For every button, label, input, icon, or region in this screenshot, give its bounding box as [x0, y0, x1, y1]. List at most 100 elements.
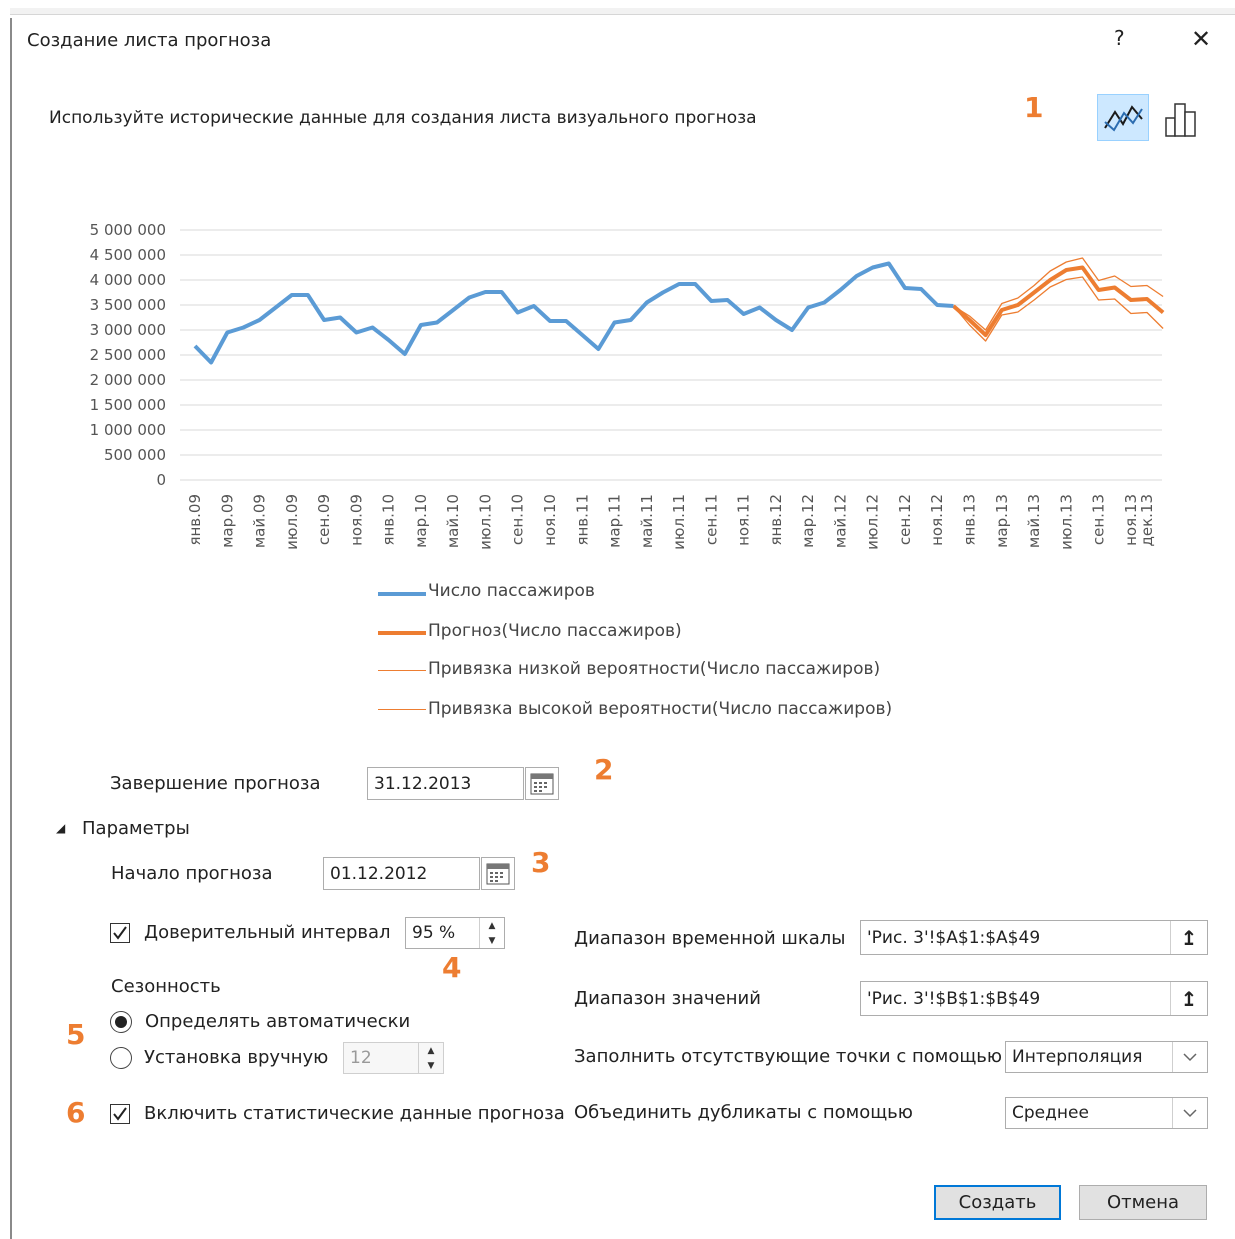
window-top-border — [10, 8, 1235, 15]
x-tick-label: ноя.12 — [928, 494, 946, 546]
checkmark-icon — [113, 926, 127, 940]
y-tick-label: 5 000 000 — [90, 221, 166, 239]
legend-swatch-history — [378, 592, 426, 596]
y-tick-label: 3 500 000 — [90, 296, 166, 314]
x-tick-label: мар.12 — [799, 494, 817, 548]
spin-down-icon[interactable]: ▼ — [419, 1058, 443, 1073]
y-tick-label: 2 000 000 — [90, 371, 166, 389]
x-tick-label: сен.10 — [509, 494, 527, 545]
y-tick-label: 4 500 000 — [90, 246, 166, 264]
series-line-forecast — [952, 265, 1165, 337]
y-tick-label: 3 000 000 — [90, 321, 166, 339]
aggregate-duplicates-select[interactable]: Среднее — [1005, 1097, 1208, 1129]
x-tick-label: сен.12 — [896, 494, 914, 545]
help-button[interactable]: ? — [1114, 26, 1125, 50]
badge-6: 6 — [66, 1096, 86, 1129]
x-tick-label: мар.10 — [412, 494, 430, 548]
y-tick-label: 2 500 000 — [90, 346, 166, 364]
dialog-title: Создание листа прогноза — [27, 30, 272, 51]
x-tick-label: мар.11 — [606, 494, 624, 548]
y-tick-label: 1 500 000 — [90, 396, 166, 414]
x-tick-label: ноя.11 — [735, 494, 753, 546]
x-tick-label: май.11 — [638, 494, 656, 548]
column-chart-type-button[interactable] — [1160, 96, 1204, 140]
calendar-icon — [486, 863, 510, 884]
x-tick-label: май.12 — [831, 494, 849, 548]
badge-1: 1 — [1024, 91, 1044, 124]
x-tick-label: май.13 — [1025, 494, 1043, 548]
x-tick-label: июл.09 — [283, 494, 301, 550]
confidence-spinner[interactable]: 95 % ▲ ▼ — [405, 917, 505, 949]
legend-label: Привязка высокой вероятности(Число пасса… — [428, 699, 893, 719]
x-tick-label: июл.10 — [476, 494, 494, 550]
manual-seasonality-spinner[interactable]: 12 ▲ ▼ — [343, 1042, 444, 1074]
y-tick-label: 0 — [156, 471, 166, 489]
y-tick-label: 500 000 — [104, 446, 166, 464]
badge-4: 4 — [442, 951, 462, 984]
legend-swatch-upper — [378, 709, 426, 710]
spin-up-icon[interactable]: ▲ — [480, 918, 504, 933]
x-tick-label: дек.13 — [1138, 494, 1156, 547]
column-chart-icon — [1165, 103, 1196, 137]
x-tick-label: сен.09 — [315, 494, 333, 545]
spin-up-icon[interactable]: ▲ — [419, 1043, 443, 1058]
create-button[interactable]: Создать — [934, 1185, 1061, 1220]
confidence-label: Доверительный интервал — [144, 922, 391, 943]
chart-legend: Число пассажиров Прогноз(Число пассажиро… — [378, 578, 918, 728]
seasonality-label: Сезонность — [111, 976, 221, 997]
parameters-toggle[interactable]: Параметры — [82, 818, 190, 840]
cancel-button[interactable]: Отмена — [1079, 1185, 1207, 1220]
badge-3: 3 — [531, 846, 551, 879]
checkmark-icon — [113, 1107, 127, 1121]
forecast-start-label: Начало прогноза — [111, 863, 273, 884]
x-tick-label: мар.09 — [218, 494, 236, 548]
aggregate-duplicates-label: Объединить дубликаты с помощью — [574, 1102, 913, 1123]
x-tick-label: янв.13 — [961, 494, 979, 546]
x-tick-label: янв.12 — [767, 494, 785, 546]
series-line-upper-bound — [953, 257, 1164, 331]
timeline-range-input[interactable]: 'Рис. 3'!$A$1:$A$49 ↥ — [860, 920, 1208, 955]
forecast-end-calendar-button[interactable] — [525, 767, 559, 800]
close-button[interactable]: ✕ — [1191, 26, 1211, 52]
x-tick-label: сен.13 — [1090, 494, 1108, 545]
confidence-checkbox[interactable] — [110, 923, 130, 943]
forecast-start-calendar-button[interactable] — [481, 857, 515, 890]
line-chart-icon — [1104, 105, 1143, 132]
manual-label: Установка вручную — [144, 1047, 329, 1068]
values-range-input[interactable]: 'Рис. 3'!$B$1:$B$49 ↥ — [860, 981, 1208, 1016]
x-tick-label: янв.11 — [573, 494, 591, 546]
x-tick-label: ноя.09 — [347, 494, 365, 546]
auto-label: Определять автоматически — [145, 1011, 411, 1032]
chevron-down-icon — [1183, 1053, 1197, 1062]
fill-missing-label: Заполнить отсутствующие точки с помощью — [574, 1046, 1003, 1067]
forecast-end-label: Завершение прогноза — [110, 773, 321, 794]
chevron-down-icon — [1183, 1109, 1197, 1118]
stats-checkbox[interactable] — [110, 1104, 130, 1124]
auto-radio[interactable] — [110, 1011, 132, 1033]
badge-5: 5 — [66, 1018, 86, 1051]
manual-radio[interactable] — [110, 1047, 132, 1069]
x-tick-label: янв.10 — [380, 494, 398, 546]
forecast-start-input[interactable]: 01.12.2012 — [323, 857, 480, 890]
y-tick-label: 4 000 000 — [90, 271, 166, 289]
x-tick-label: июл.13 — [1057, 494, 1075, 550]
collapse-arrow-icon[interactable]: ◢ — [56, 821, 65, 835]
collapse-range-icon[interactable]: ↥ — [1170, 921, 1207, 954]
spin-down-icon[interactable]: ▼ — [480, 933, 504, 948]
x-tick-label: май.10 — [444, 494, 462, 548]
timeline-range-label: Диапазон временной шкалы — [574, 928, 846, 949]
calendar-icon — [530, 773, 554, 794]
forecast-end-input[interactable]: 31.12.2013 — [367, 767, 524, 800]
forecast-chart: 5 000 000 4 500 000 4 000 000 3 500 000 3 00… — [90, 221, 1165, 550]
x-tick-label: май.09 — [251, 494, 269, 548]
x-tick-label: мар.13 — [993, 494, 1011, 548]
legend-label: Привязка низкой вероятности(Число пассаж… — [428, 659, 881, 679]
legend-label: Прогноз(Число пассажиров) — [428, 621, 682, 641]
fill-missing-select[interactable]: Интерполяция — [1005, 1041, 1208, 1073]
legend-swatch-forecast — [378, 631, 426, 635]
collapse-range-icon[interactable]: ↥ — [1170, 982, 1207, 1015]
series-line-history — [193, 261, 954, 365]
y-tick-label: 1 000 000 — [90, 421, 166, 439]
line-chart-type-button[interactable] — [1097, 94, 1149, 141]
x-tick-label: сен.11 — [702, 494, 720, 545]
